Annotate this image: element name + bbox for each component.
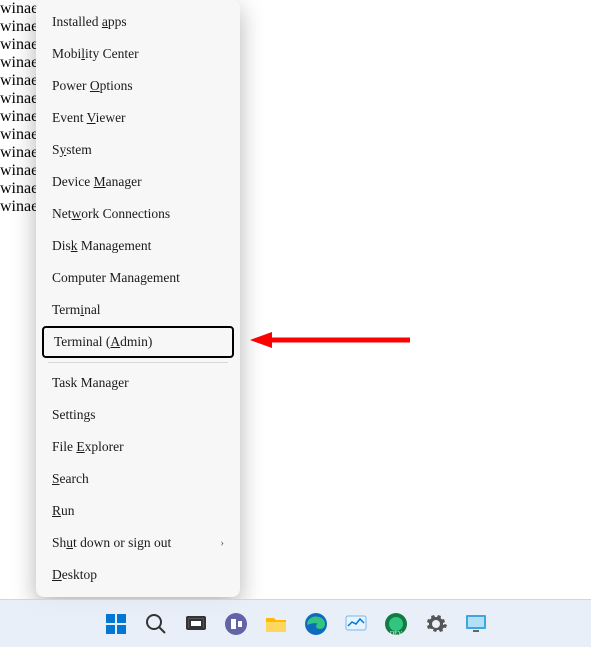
menu-item-shut-down-or-sign-out[interactable]: Shut down or sign out ›: [36, 527, 240, 559]
task-view-icon[interactable]: [183, 611, 209, 637]
menu-item-label: File Explorer: [52, 438, 124, 456]
svg-text:DEV: DEV: [389, 631, 402, 636]
menu-item-event-viewer[interactable]: Event Viewer: [36, 102, 240, 134]
start-button[interactable]: [103, 611, 129, 637]
menu-item-label: Mobility Center: [52, 45, 139, 63]
menu-item-label: Settings: [52, 406, 96, 424]
edge-dev-icon[interactable]: DEV: [383, 611, 409, 637]
menu-item-disk-management[interactable]: Disk Management: [36, 230, 240, 262]
menu-item-label: Installed apps: [52, 13, 127, 31]
monitor-widget-icon[interactable]: [343, 611, 369, 637]
menu-item-label: Task Manager: [52, 374, 129, 392]
search-icon[interactable]: [143, 611, 169, 637]
menu-item-power-options[interactable]: Power Options: [36, 70, 240, 102]
menu-item-label: Search: [52, 470, 89, 488]
menu-item-run[interactable]: Run: [36, 495, 240, 527]
menu-item-label: Desktop: [52, 566, 97, 584]
menu-item-file-explorer[interactable]: File Explorer: [36, 431, 240, 463]
menu-item-device-manager[interactable]: Device Manager: [36, 166, 240, 198]
menu-item-settings[interactable]: Settings: [36, 399, 240, 431]
menu-item-terminal[interactable]: Terminal: [36, 294, 240, 326]
menu-item-system[interactable]: System: [36, 134, 240, 166]
menu-item-installed-apps[interactable]: Installed apps: [36, 6, 240, 38]
menu-item-label: Computer Management: [52, 269, 180, 287]
winx-context-menu: Installed apps Mobility Center Power Optio…: [36, 0, 240, 597]
menu-item-terminal-admin-[interactable]: Terminal (Admin): [42, 326, 234, 358]
menu-item-label: System: [52, 141, 92, 159]
display-tool-icon[interactable]: [463, 611, 489, 637]
menu-item-label: Event Viewer: [52, 109, 126, 127]
menu-item-label: Terminal (Admin): [54, 333, 152, 351]
menu-item-label: Shut down or sign out: [52, 534, 171, 552]
menu-item-desktop[interactable]: Desktop: [36, 559, 240, 591]
menu-item-label: Power Options: [52, 77, 133, 95]
taskbar: DEV: [0, 599, 591, 647]
chat-icon[interactable]: [223, 611, 249, 637]
menu-item-label: Device Manager: [52, 173, 142, 191]
menu-item-computer-management[interactable]: Computer Management: [36, 262, 240, 294]
menu-item-label: Network Connections: [52, 205, 170, 223]
chevron-right-icon: ›: [220, 534, 224, 552]
menu-item-label: Terminal: [52, 301, 101, 319]
menu-item-task-manager[interactable]: Task Manager: [36, 367, 240, 399]
menu-item-search[interactable]: Search: [36, 463, 240, 495]
edge-icon[interactable]: [303, 611, 329, 637]
file-explorer-icon[interactable]: [263, 611, 289, 637]
menu-separator: [48, 362, 228, 363]
menu-item-network-connections[interactable]: Network Connections: [36, 198, 240, 230]
menu-item-mobility-center[interactable]: Mobility Center: [36, 38, 240, 70]
menu-item-label: Disk Management: [52, 237, 151, 255]
settings-icon[interactable]: [423, 611, 449, 637]
menu-item-label: Run: [52, 502, 75, 520]
annotation-arrow: [250, 330, 410, 350]
